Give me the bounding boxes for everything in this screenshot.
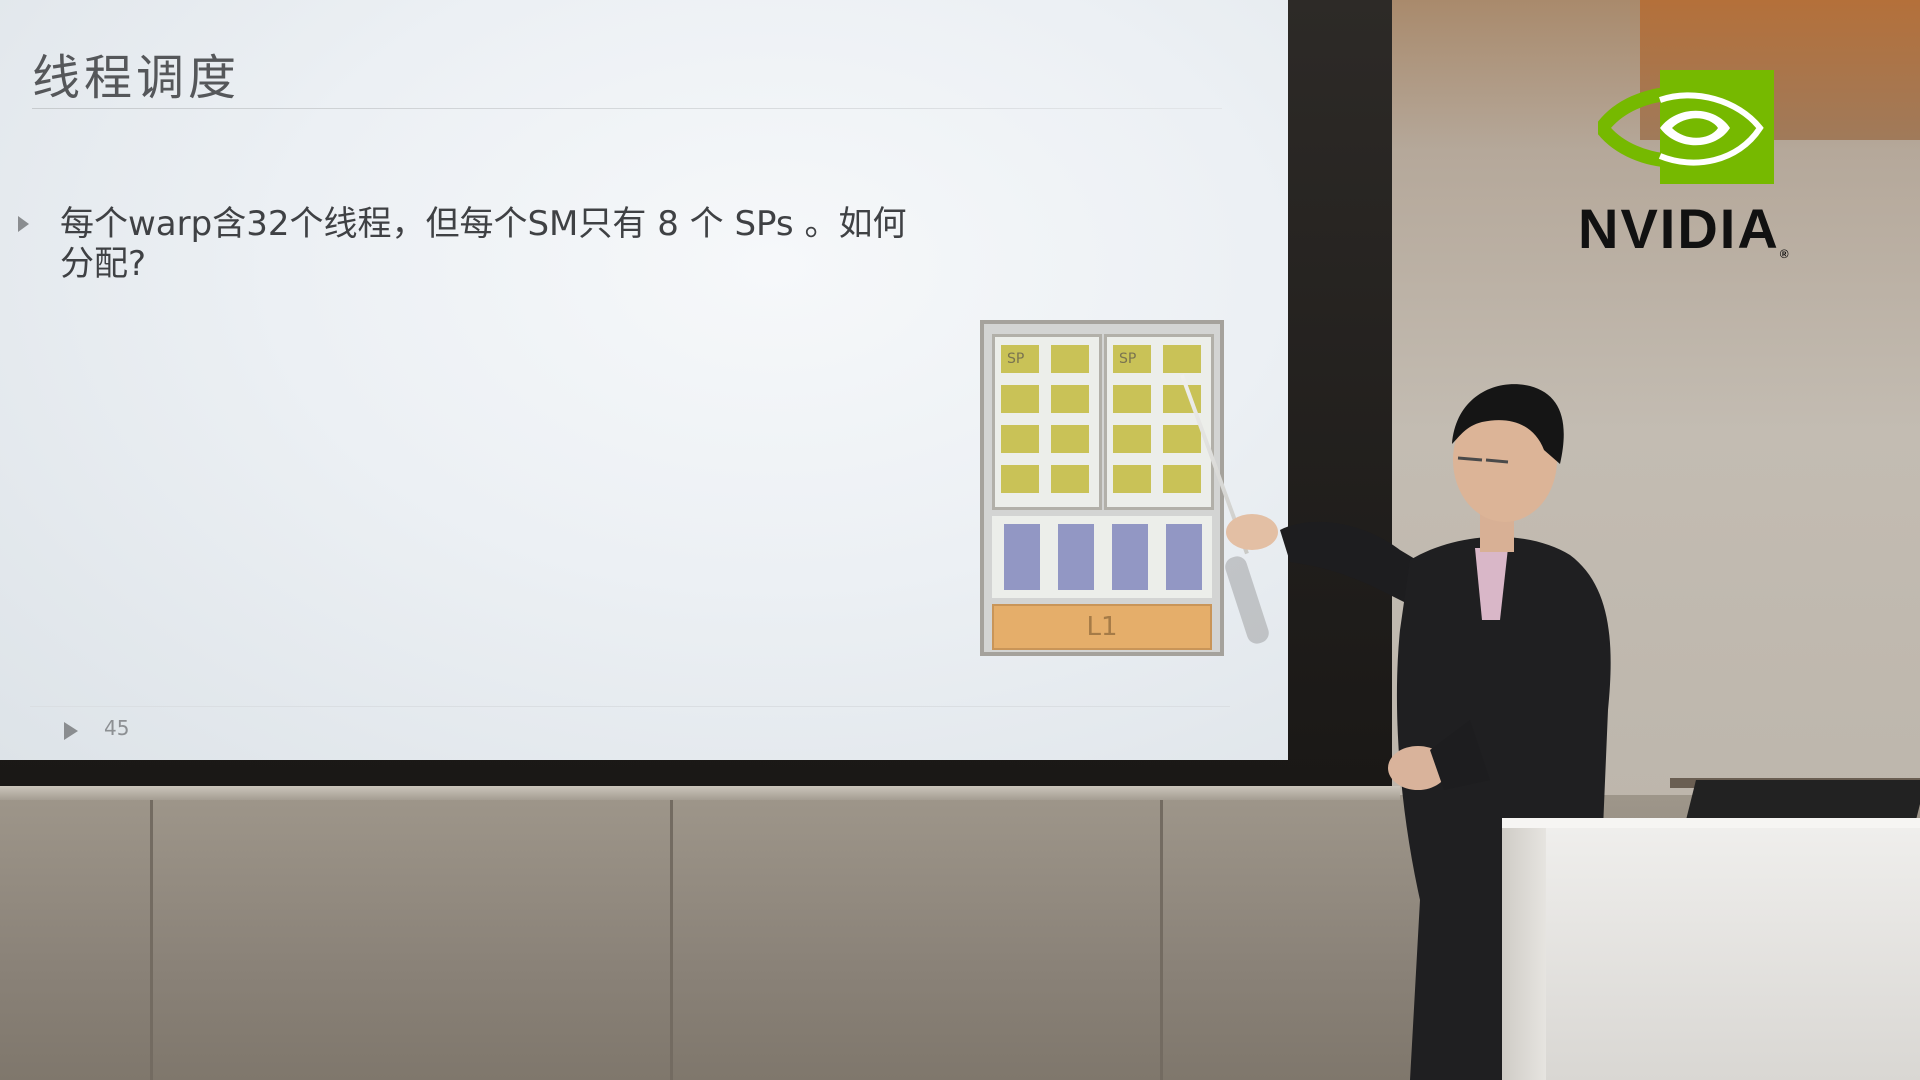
podium bbox=[1502, 828, 1920, 1080]
page-number: 45 bbox=[104, 716, 130, 740]
registered-mark: ® bbox=[1779, 247, 1791, 261]
podium-side bbox=[1502, 828, 1546, 1080]
sp-core bbox=[1051, 465, 1089, 493]
title-divider bbox=[32, 108, 1222, 109]
sp-core bbox=[1051, 425, 1089, 453]
bullet-arrow-icon bbox=[18, 216, 29, 232]
footer-divider bbox=[30, 706, 1230, 707]
sp-label: SP bbox=[1119, 351, 1137, 367]
sp-core bbox=[1163, 345, 1201, 373]
sp-core bbox=[1001, 425, 1039, 453]
wall-panel-seam bbox=[670, 795, 673, 1080]
nvidia-wordmark: NVIDIA® bbox=[1578, 196, 1791, 261]
sp-core bbox=[1051, 385, 1089, 413]
wall-panel-seam bbox=[150, 795, 153, 1080]
sp-core bbox=[1051, 345, 1089, 373]
slide-title: 线程调度 bbox=[32, 50, 241, 106]
sp-core bbox=[1001, 385, 1039, 413]
presentation-slide: 线程调度 每个warp含32个线程，但每个SM只有 8 个 SPs 。如何分配?… bbox=[0, 0, 1288, 760]
nvidia-eye-logo-icon bbox=[1598, 70, 1774, 184]
sp-core bbox=[1001, 465, 1039, 493]
nvidia-wordmark-text: NVIDIA bbox=[1578, 197, 1780, 260]
bullet-text: 每个warp含32个线程，但每个SM只有 8 个 SPs 。如何分配? bbox=[60, 204, 907, 284]
sfu-unit bbox=[1004, 524, 1040, 590]
sfu-unit bbox=[1058, 524, 1094, 590]
sp-group-left: SP bbox=[992, 334, 1102, 510]
nav-arrow-icon bbox=[64, 722, 78, 740]
sp-label: SP bbox=[1007, 351, 1025, 367]
